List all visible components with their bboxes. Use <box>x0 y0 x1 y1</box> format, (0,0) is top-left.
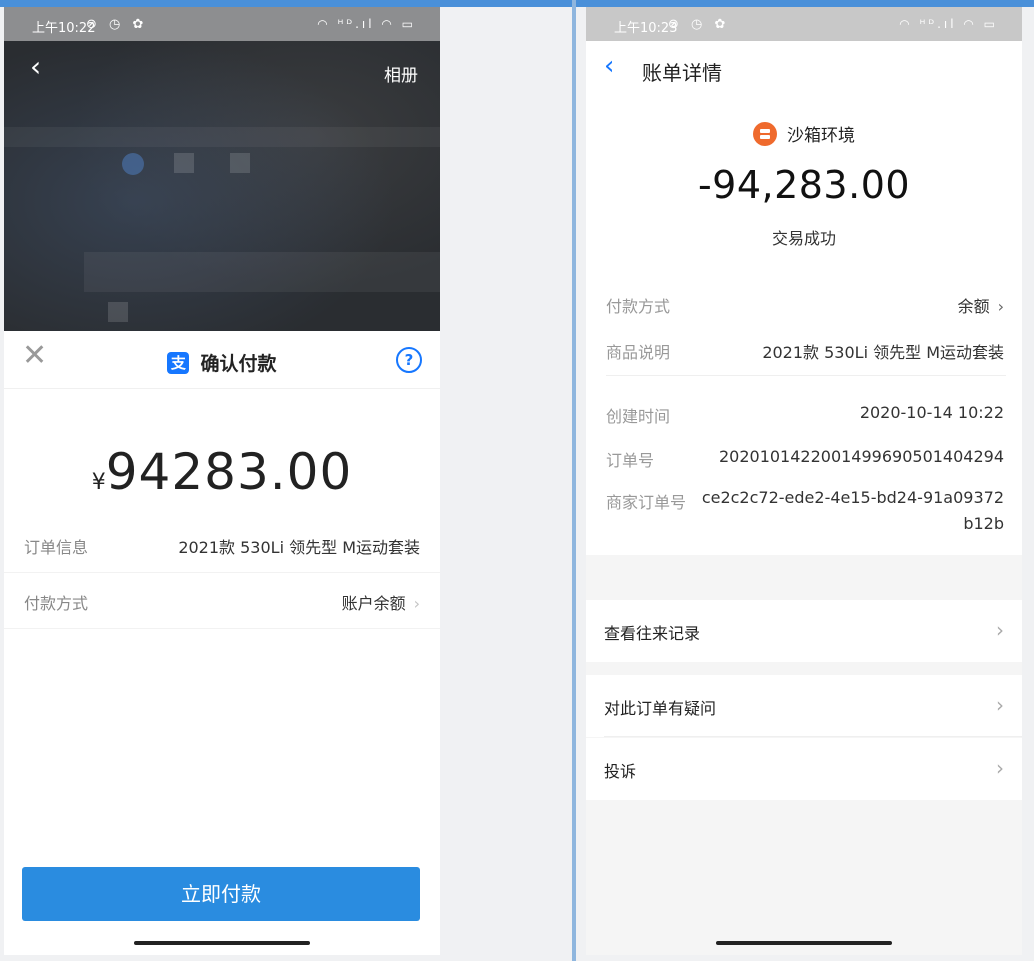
merchant-order-label: 商家订单号 <box>606 493 687 512</box>
nav-bar: ‹ 账单详情 <box>586 41 1022 99</box>
merchant-order-value: ce2c2c72-ede2-4e15-bd24-91a09372b12b <box>701 488 1004 533</box>
screenshot-divider <box>572 0 576 961</box>
status-bar: 上午10:23 ⊘ ◷ ✿ ◠ ᴴᴰ.ıl ◠ ▭ <box>586 7 1022 41</box>
payment-method-row[interactable]: 付款方式 账户余额 › <box>4 573 440 629</box>
merchant-name: 沙箱环境 <box>787 126 855 146</box>
complaint-row[interactable]: 投诉 › <box>586 738 1022 800</box>
order-number-value: 2020101422001499690501404294 <box>718 447 1004 466</box>
currency-symbol: ¥ <box>91 470 106 495</box>
view-history-label: 查看往来记录 <box>604 624 701 643</box>
bill-detail-screen: 上午10:23 ⊘ ◷ ✿ ◠ ᴴᴰ.ıl ◠ ▭ ‹ 账单详情 沙箱环境 -9… <box>586 7 1022 955</box>
status-icons: ⊘ ◷ ✿ <box>668 17 730 32</box>
chevron-left-icon[interactable]: ‹ <box>30 53 41 81</box>
payment-method-label: 付款方式 <box>606 297 671 316</box>
divider <box>606 375 1006 376</box>
album-button[interactable]: 相册 <box>384 61 418 86</box>
order-question-row[interactable]: 对此订单有疑问 › <box>586 675 1022 737</box>
status-system-icons: ◠ ᴴᴰ.ıl ◠ ▭ <box>317 17 416 31</box>
help-icon[interactable]: ? <box>396 347 422 373</box>
payment-confirm-screen: 上午10:22 ⊘ ◷ ✿ ◠ ᴴᴰ.ıl ◠ ▭ ‹ 相册 ✕ 支 确认付款 … <box>4 7 440 955</box>
order-number-label: 订单号 <box>606 451 655 470</box>
chevron-left-icon[interactable]: ‹ <box>604 53 614 79</box>
product-desc-label: 商品说明 <box>606 343 671 362</box>
divider <box>604 736 1022 737</box>
order-info-value: 2021款 530Li 领先型 M运动套装 <box>178 538 420 557</box>
chevron-right-icon: › <box>413 594 420 613</box>
chevron-right-icon: › <box>996 756 1004 780</box>
status-system-icons: ◠ ᴴᴰ.ıl ◠ ▭ <box>899 17 998 31</box>
merchant-header: 沙箱环境 <box>586 121 1022 146</box>
complaint-label: 投诉 <box>604 762 637 781</box>
order-question-label: 对此订单有疑问 <box>604 699 717 718</box>
created-time-value: 2020-10-14 10:22 <box>859 403 1004 422</box>
chevron-right-icon: › <box>997 297 1004 316</box>
camera-viewfinder <box>4 7 440 331</box>
payment-amount: ¥94283.00 <box>4 443 440 501</box>
amount-value: 94283.00 <box>105 443 353 501</box>
created-time-label: 创建时间 <box>606 407 671 426</box>
bill-detail-card: 沙箱环境 -94,283.00 交易成功 付款方式 余额 › 商品说明 2021款… <box>586 99 1022 555</box>
order-info-row: 订单信息 2021款 530Li 领先型 M运动套装 <box>4 517 440 573</box>
window-top-stripe <box>0 0 1034 7</box>
status-bar: 上午10:22 ⊘ ◷ ✿ ◠ ᴴᴰ.ıl ◠ ▭ <box>4 7 440 41</box>
home-indicator[interactable] <box>716 941 892 945</box>
page-title: 账单详情 <box>642 61 722 85</box>
bill-amount: -94,283.00 <box>697 163 911 207</box>
order-info-label: 订单信息 <box>24 538 89 557</box>
payment-method-label: 付款方式 <box>24 594 89 613</box>
home-indicator[interactable] <box>134 941 310 945</box>
merchant-logo-icon <box>753 121 777 146</box>
view-history-row[interactable]: 查看往来记录 › <box>586 600 1022 662</box>
product-desc-value: 2021款 530Li 领先型 M运动套装 <box>762 343 1004 362</box>
status-icons: ⊘ ◷ ✿ <box>86 17 148 32</box>
alipay-logo-icon: 支 <box>167 351 190 374</box>
chevron-right-icon: › <box>996 693 1004 717</box>
payment-sheet: ✕ 支 确认付款 ? ¥94283.00 订单信息 2021款 530Li 领先… <box>4 331 440 955</box>
sheet-header: ✕ 支 确认付款 ? <box>4 331 440 389</box>
transaction-status: 交易成功 <box>771 229 836 248</box>
sheet-title: 确认付款 <box>200 353 277 375</box>
payment-method-value: 账户余额 <box>341 594 406 613</box>
chevron-right-icon: › <box>996 618 1004 642</box>
payment-method-value: 余额 <box>957 297 990 316</box>
pay-now-button[interactable]: 立即付款 <box>22 867 420 921</box>
